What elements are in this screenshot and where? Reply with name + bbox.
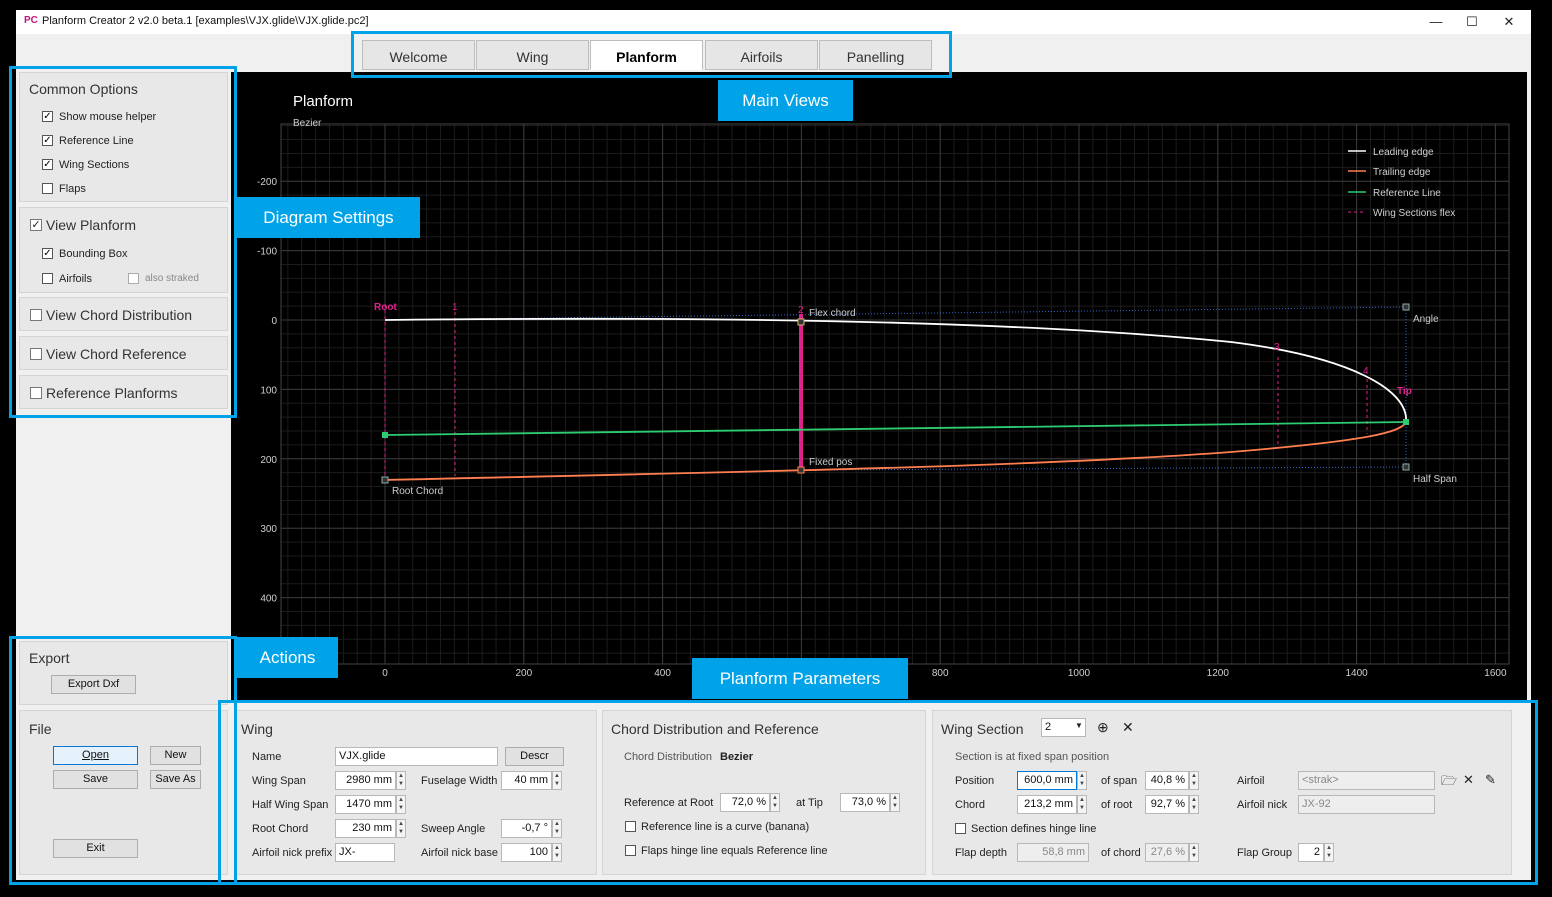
y-tick-label: 400 — [260, 594, 277, 605]
legend: Leading edge Trailing edge Reference Lin… — [1348, 147, 1455, 219]
half-span-label: Half Span — [1413, 474, 1457, 485]
grid — [280, 123, 1510, 665]
y-tick-label: 300 — [260, 524, 277, 535]
planform-parameters-callout — [218, 700, 1538, 885]
reference-root-handle[interactable] — [382, 432, 388, 438]
legend-reference-line-label: Reference Line — [1373, 188, 1441, 199]
fixed-pos-label: Fixed pos — [809, 457, 852, 468]
x-tick-label: 1200 — [1207, 668, 1230, 679]
maximize-icon[interactable]: ☐ — [1457, 12, 1487, 32]
diagram-settings-callout — [9, 66, 237, 418]
x-tick-label: 1000 — [1068, 668, 1091, 679]
section-1-label: 1 — [452, 302, 458, 313]
half-span-handle[interactable] — [1402, 463, 1410, 471]
diagram-settings-callout-label: Diagram Settings — [237, 197, 420, 238]
planform-chart: Planform Bezier -200 -100 0 100 200 300 400 0 2… — [257, 93, 1510, 679]
x-tick-label: 0 — [382, 668, 388, 679]
legend-trailing-edge-label: Trailing edge — [1373, 167, 1431, 178]
x-tick-label: 1600 — [1484, 668, 1507, 679]
root-chord-handle[interactable] — [381, 476, 389, 484]
plot-subtitle: Bezier — [293, 118, 322, 129]
plot-title: Planform — [293, 93, 353, 110]
y-tick-label: -200 — [257, 177, 277, 188]
actions-callout — [9, 636, 237, 885]
section-3-label: 3 — [1274, 342, 1280, 353]
angle-handle[interactable] — [1402, 303, 1410, 311]
root-label: Root — [374, 302, 397, 313]
actions-callout-label: Actions — [237, 637, 338, 678]
flex-chord-handle[interactable] — [797, 318, 805, 326]
tip-label: Tip — [1397, 386, 1412, 397]
legend-wing-sections-label: Wing Sections flex — [1373, 208, 1455, 219]
planform-diagram[interactable]: Planform Bezier -200 -100 0 100 200 300 400 0 2… — [231, 72, 1527, 702]
angle-label: Angle — [1413, 314, 1439, 325]
flex-chord-label: Flex chord — [809, 308, 856, 319]
y-tick-label: 200 — [260, 455, 277, 466]
main-views-callout — [351, 31, 952, 78]
x-tick-label: 800 — [932, 668, 949, 679]
window-title: Planform Creator 2 v2.0 beta.1 [examples… — [42, 15, 369, 27]
x-tick-label: 1400 — [1345, 668, 1368, 679]
x-tick-label: 400 — [654, 668, 671, 679]
x-tick-label: 200 — [515, 668, 532, 679]
y-tick-label: -100 — [257, 247, 277, 258]
plot-frame — [280, 123, 1510, 665]
fixed-pos-handle[interactable] — [797, 466, 805, 474]
app-logo: PC — [24, 15, 38, 26]
section-2-label: 2 — [798, 305, 804, 316]
section-4-label: 4 — [1363, 366, 1369, 377]
main-views-callout-label: Main Views — [718, 80, 853, 121]
legend-leading-edge-label: Leading edge — [1373, 147, 1434, 158]
y-tick-label: 100 — [260, 385, 277, 396]
close-window-icon[interactable]: ✕ — [1494, 12, 1524, 32]
reference-tip-handle[interactable] — [1403, 419, 1409, 425]
root-chord-label: Root Chord — [392, 486, 443, 497]
planform-parameters-callout-label: Planform Parameters — [692, 658, 908, 699]
minimize-icon[interactable]: — — [1421, 12, 1451, 32]
y-tick-label: 0 — [271, 316, 277, 327]
